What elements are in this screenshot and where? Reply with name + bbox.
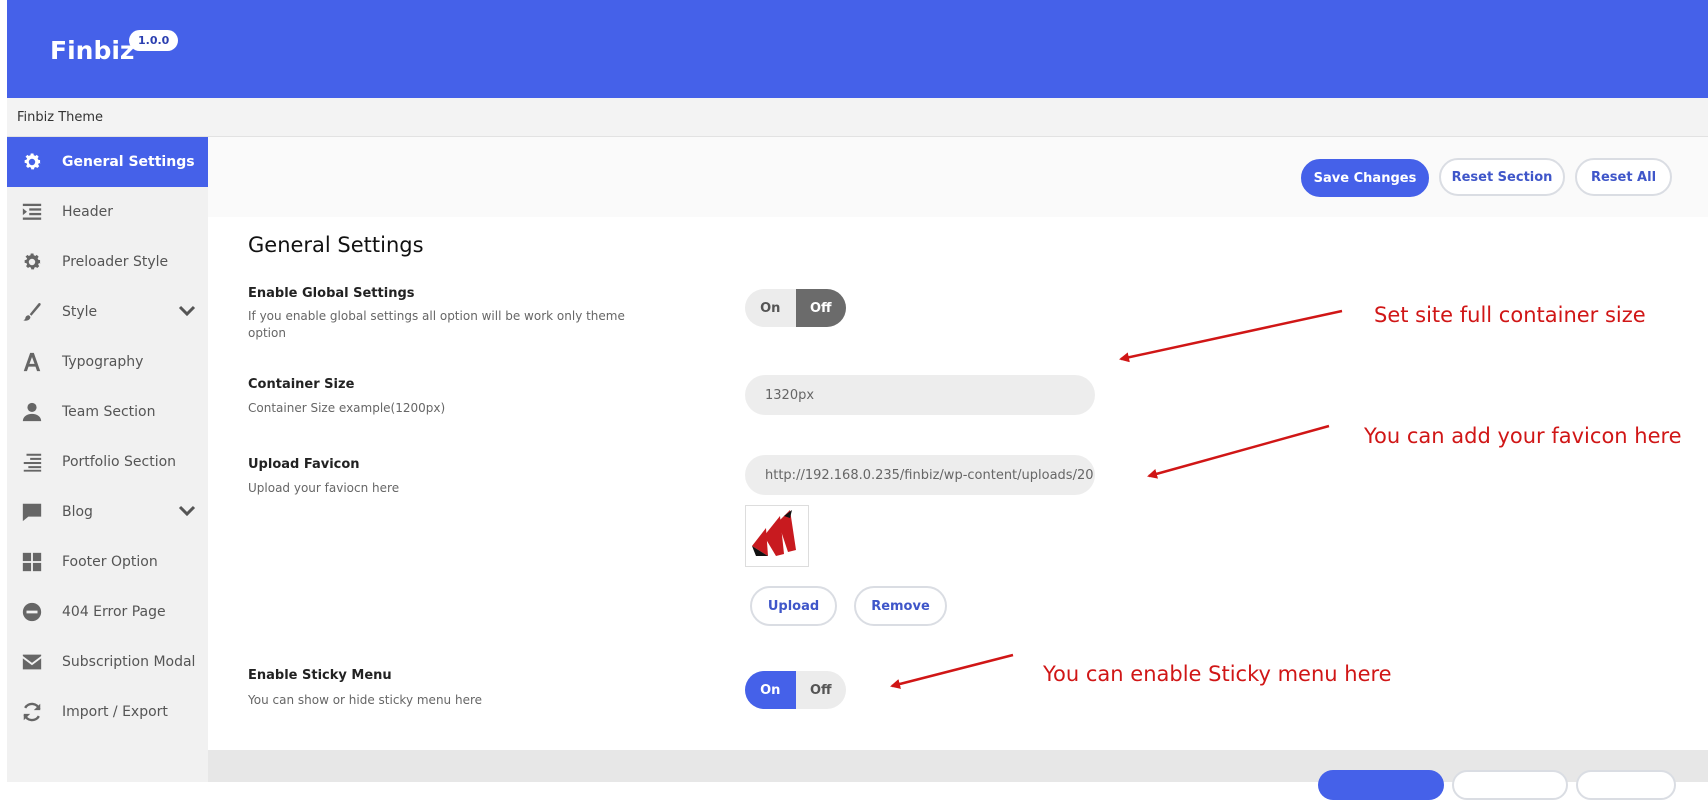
sidebar-item-label: Blog — [62, 504, 93, 520]
theme-subheader: Finbiz Theme — [7, 98, 1708, 137]
font-icon — [23, 352, 41, 372]
annotation-container: Set site full container size — [1374, 303, 1646, 327]
sidebar-item-typography[interactable]: Typography — [7, 337, 208, 387]
sidebar-item-label: Style — [62, 304, 98, 320]
top-header: Finbiz 1.0.0 — [7, 0, 1708, 98]
person-icon — [22, 402, 42, 422]
sidebar-item-label: Header — [62, 204, 113, 220]
sidebar-item-label: General Settings — [62, 154, 195, 170]
sidebar-item-blog[interactable]: Blog — [7, 487, 208, 537]
sidebar-item-label: Portfolio Section — [62, 454, 177, 470]
refresh-icon — [23, 702, 41, 722]
chevron-down-icon[interactable] — [178, 504, 196, 518]
sidebar-item-label: Preloader Style — [62, 254, 169, 270]
sidebar-item-import-export[interactable]: Import / Export — [7, 687, 208, 737]
sidebar-item-general-settings[interactable]: General Settings — [7, 137, 208, 187]
sidebar-item-preloader-style[interactable]: Preloader Style — [7, 237, 208, 287]
sidebar-item-label: Team Section — [62, 404, 156, 420]
sidebar-item-label: Import / Export — [62, 704, 168, 720]
arrow-container — [1119, 309, 1343, 363]
indent-icon — [22, 203, 42, 220]
sidebar-item-label: Typography — [62, 354, 144, 370]
theme-name: Finbiz Theme — [17, 110, 104, 125]
envelope-icon — [22, 654, 42, 670]
sidebar-item-404-error-page[interactable]: 404 Error Page — [7, 587, 208, 637]
arrow-sticky — [890, 653, 1014, 689]
brush-icon — [23, 302, 41, 321]
options-panel: Finbiz 1.0.0 Finbiz Theme General Settin… — [7, 0, 1708, 800]
gear-icon — [24, 153, 41, 170]
minus-circle-icon — [22, 602, 42, 622]
sidebar-item-portfolio-section[interactable]: Portfolio Section — [7, 437, 208, 487]
sidebar-item-label: Footer Option — [62, 554, 158, 570]
bottom-action-bar — [208, 750, 1708, 800]
reset-all-button-bottom[interactable] — [1576, 770, 1676, 800]
settings-content: Save Changes Reset Section Reset All Gen… — [208, 137, 1708, 750]
sidebar-item-team-section[interactable]: Team Section — [7, 387, 208, 437]
chevron-down-icon[interactable] — [178, 304, 196, 318]
sidebar-item-header[interactable]: Header — [7, 187, 208, 237]
sidebar-nav: General Settings Header Preloader Style … — [7, 137, 208, 782]
brand-name: Finbiz — [50, 36, 135, 65]
sidebar-item-label: Subscription Modal — [62, 654, 196, 670]
sidebar-item-footer-option[interactable]: Footer Option — [7, 537, 208, 587]
version-badge: 1.0.0 — [129, 30, 179, 51]
sidebar-item-style[interactable]: Style — [7, 287, 208, 337]
align-right-icon — [23, 453, 42, 472]
gear-icon — [24, 253, 41, 270]
grid-icon — [22, 552, 42, 572]
save-changes-button-bottom[interactable] — [1318, 770, 1444, 800]
arrow-favicon — [1147, 424, 1330, 479]
sidebar-item-label: 404 Error Page — [62, 604, 166, 620]
reset-section-button-bottom[interactable] — [1452, 770, 1568, 800]
comment-icon — [22, 503, 42, 522]
annotation-favicon: You can add your favicon here — [1364, 424, 1682, 448]
annotation-sticky: You can enable Sticky menu here — [1043, 662, 1392, 686]
sidebar-item-subscription-modal[interactable]: Subscription Modal — [7, 637, 208, 687]
